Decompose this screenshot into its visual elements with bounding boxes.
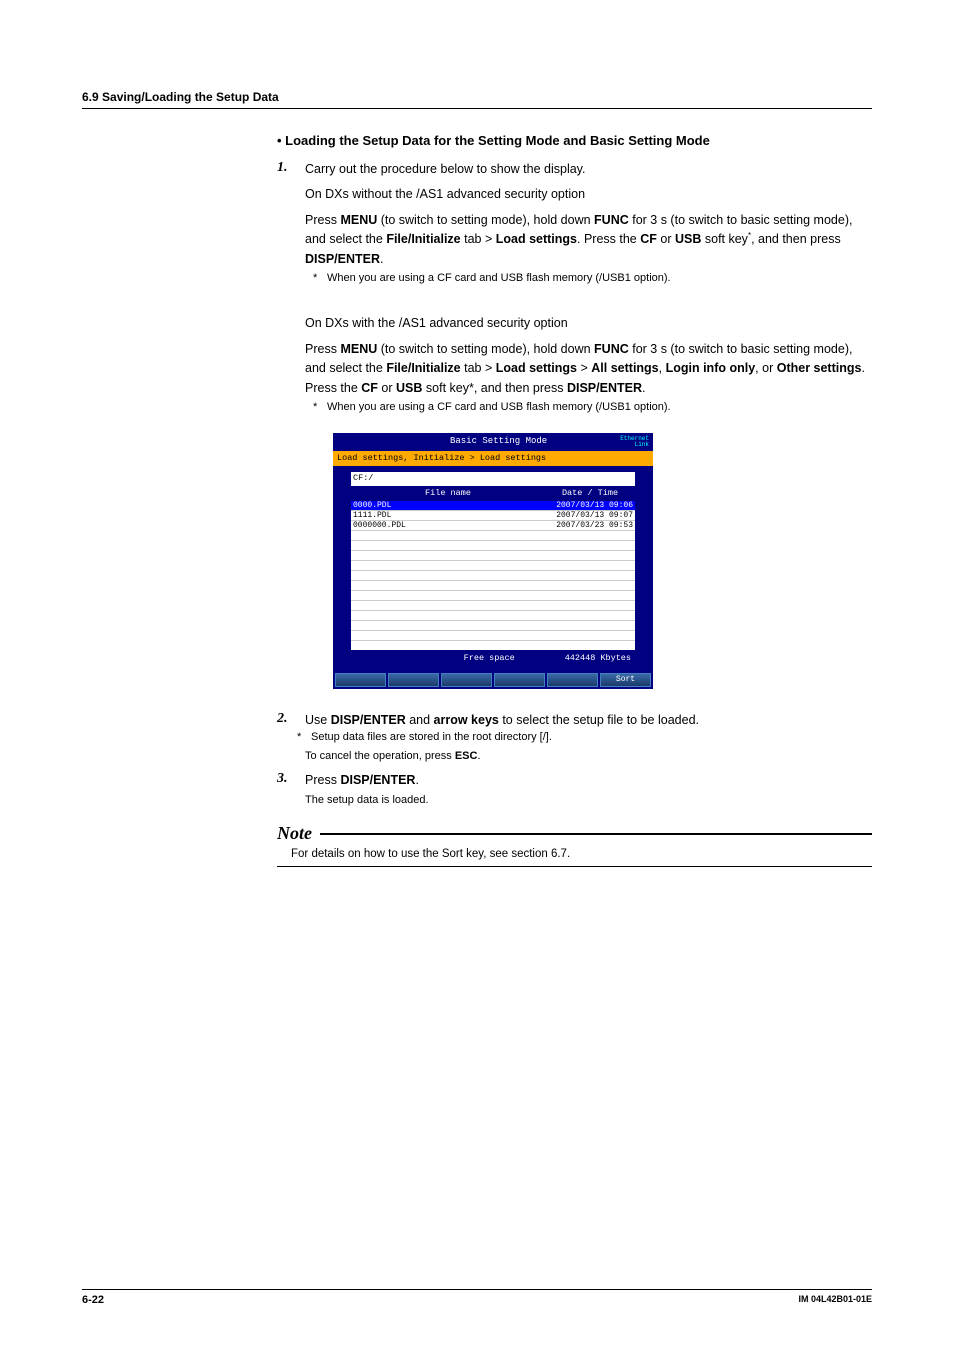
- file-row[interactable]: 0000000.PDL 2007/03/23 09:53: [351, 521, 635, 531]
- doc-id: IM 04L42B01-01E: [798, 1294, 872, 1306]
- scr-col-date: Date / Time: [545, 487, 635, 500]
- bullet-heading: Loading the Setup Data for the Setting M…: [277, 133, 872, 148]
- note-label: Note: [277, 823, 312, 844]
- step3-loaded: The setup data is loaded.: [305, 792, 872, 809]
- step-number-1: 1.: [277, 160, 295, 707]
- note-body: For details on how to use the Sort key, …: [277, 844, 872, 867]
- scr-col-file: File name: [351, 487, 545, 500]
- step2-text: Use DISP/ENTER and arrow keys to select …: [305, 711, 872, 730]
- step1-footnote2: *When you are using a CF card and USB fl…: [313, 400, 872, 415]
- free-space-value: 442448 Kbytes: [565, 652, 631, 665]
- step1-line2: On DXs without the /AS1 advanced securit…: [305, 185, 872, 204]
- softkey[interactable]: [388, 673, 439, 687]
- device-screenshot: Basic Setting Mode EthernetLink Load set…: [333, 433, 653, 689]
- file-row[interactable]: 0000.PDL 2007/03/13 09:06: [351, 501, 635, 511]
- softkey[interactable]: [494, 673, 545, 687]
- scr-path: CF:/: [351, 472, 635, 485]
- step1-line3: On DXs with the /AS1 advanced security o…: [305, 314, 872, 333]
- scr-title: Basic Setting Mode: [377, 435, 620, 449]
- free-space-label: Free space: [464, 652, 515, 665]
- step-number-2: 2.: [277, 711, 295, 765]
- note-divider: [320, 833, 872, 835]
- step-number-3: 3.: [277, 771, 295, 809]
- page-number: 6-22: [82, 1294, 104, 1306]
- file-row[interactable]: 1111.PDL 2007/03/13 09:07: [351, 511, 635, 521]
- softkey[interactable]: [441, 673, 492, 687]
- step1-footnote1: *When you are using a CF card and USB fl…: [313, 271, 872, 286]
- step2-footnote: *Setup data files are stored in the root…: [297, 730, 872, 745]
- step1-para1: Press MENU (to switch to setting mode), …: [305, 211, 872, 269]
- scr-filelist[interactable]: 0000.PDL 2007/03/13 09:06 1111.PDL 2007/…: [351, 501, 635, 650]
- step1-line1: Carry out the procedure below to show th…: [305, 160, 872, 179]
- softkey[interactable]: [547, 673, 598, 687]
- ethernet-indicator: EthernetLink: [620, 436, 649, 448]
- step1-para2: Press MENU (to switch to setting mode), …: [305, 340, 872, 398]
- scr-breadcrumb: Load settings, Initialize > Load setting…: [333, 451, 653, 466]
- step2-cancel: To cancel the operation, press ESC.: [305, 748, 872, 765]
- softkey[interactable]: [335, 673, 386, 687]
- softkey-sort[interactable]: Sort: [600, 673, 651, 687]
- step3-text: Press DISP/ENTER.: [305, 771, 872, 790]
- section-header: 6.9 Saving/Loading the Setup Data: [82, 90, 872, 109]
